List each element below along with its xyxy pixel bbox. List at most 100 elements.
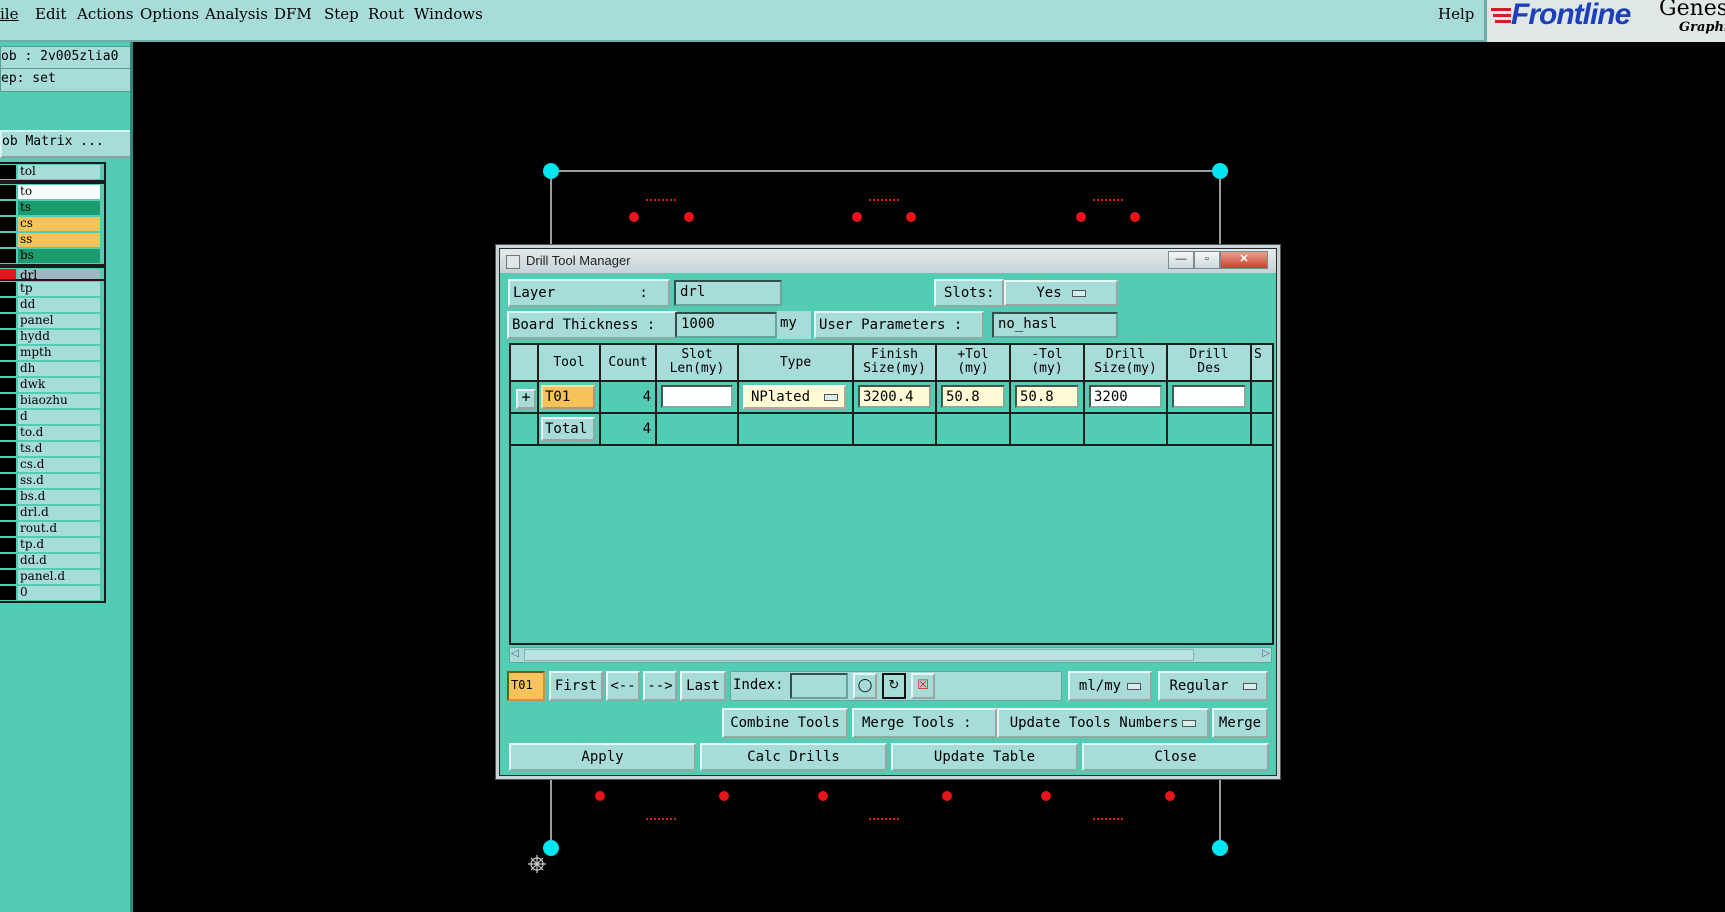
layer-row[interactable]: ts.d (0, 441, 104, 457)
scroll-right-icon[interactable]: ▷ (1262, 648, 1270, 660)
layer-name[interactable]: cs (18, 217, 100, 231)
layer-name[interactable]: to.d (18, 426, 100, 440)
merge-option-menu[interactable]: Update Tools Numbers (997, 708, 1209, 738)
job-matrix-button[interactable]: ob Matrix ... (0, 130, 132, 158)
layer-state-indicator[interactable] (0, 346, 16, 360)
layer-row[interactable]: 0 (0, 585, 104, 601)
menu-step[interactable]: Step (324, 5, 359, 23)
layer-state-indicator[interactable] (0, 298, 16, 312)
layer-name[interactable]: ts (18, 201, 100, 215)
apply-button[interactable]: Apply (509, 743, 696, 771)
layer-name[interactable]: panel.d (18, 570, 100, 584)
layer-name[interactable]: bs (18, 249, 100, 263)
layer-state-indicator[interactable] (0, 249, 16, 263)
col-header-slot-len[interactable]: Slot Len(my) (657, 345, 739, 382)
layer-state-indicator[interactable] (0, 490, 16, 504)
layer-row[interactable]: ts (0, 200, 104, 216)
menu-dfm[interactable]: DFM (274, 5, 312, 23)
layer-name[interactable]: dh (18, 362, 100, 376)
board-thickness-input[interactable]: 1000 (675, 312, 777, 338)
merge-button[interactable]: Merge (1212, 708, 1268, 738)
expand-button[interactable]: + (516, 389, 536, 409)
layer-state-indicator[interactable] (0, 378, 16, 392)
layer-name[interactable]: tp (18, 282, 100, 296)
layer-name[interactable]: dwk (18, 378, 100, 392)
tool-button[interactable]: T01 (541, 385, 595, 409)
next-button[interactable]: --> (643, 671, 677, 701)
layer-row[interactable]: biaozhu (0, 393, 104, 409)
calc-drills-button[interactable]: Calc Drills (700, 743, 887, 771)
layer-state-indicator[interactable] (0, 201, 16, 215)
layer-state-indicator[interactable] (0, 426, 16, 440)
table-horizontal-scrollbar[interactable]: ◁ ▷ (509, 647, 1272, 663)
layer-name[interactable]: 0 (18, 586, 100, 600)
minus-tol-input[interactable]: 50.8 (1015, 385, 1079, 408)
layer-name[interactable]: dd (18, 298, 100, 312)
layer-state-indicator[interactable] (0, 458, 16, 472)
layer-row[interactable]: cs (0, 216, 104, 232)
layer-row[interactable]: rout.d (0, 521, 104, 537)
maximize-icon[interactable]: ▫ (1194, 251, 1220, 269)
layer-row[interactable]: ss.d (0, 473, 104, 489)
menu-rout[interactable]: Rout (368, 5, 404, 23)
layer-row[interactable]: drl.d (0, 505, 104, 521)
layer-name[interactable]: ss.d (18, 474, 100, 488)
scroll-left-icon[interactable]: ◁ (511, 648, 519, 660)
layer-state-indicator[interactable] (0, 538, 16, 552)
layer-row[interactable]: bs (0, 248, 104, 264)
layer-input[interactable]: drl (674, 280, 782, 306)
close-button[interactable]: Close (1082, 743, 1269, 771)
col-header-count[interactable]: Count (601, 345, 657, 382)
dialog-titlebar[interactable]: Drill Tool Manager — ▫ ✕ (500, 249, 1276, 273)
layer-row[interactable]: panel.d (0, 569, 104, 585)
layer-state-indicator[interactable] (0, 474, 16, 488)
menu-options[interactable]: Options (140, 5, 199, 23)
menu-actions[interactable]: Actions (77, 5, 133, 23)
layer-state-indicator[interactable] (0, 330, 16, 344)
layer-row[interactable]: d (0, 409, 104, 425)
slots-option-menu[interactable]: Yes (1004, 280, 1118, 306)
layer-name[interactable]: mpth (18, 346, 100, 360)
layer-row[interactable]: hydd (0, 329, 104, 345)
drill-des-input[interactable] (1172, 385, 1246, 408)
layer-name[interactable]: panel (18, 314, 100, 328)
layer-name[interactable]: to (18, 185, 100, 199)
layer-row[interactable]: panel (0, 313, 104, 329)
layer-name[interactable]: rout.d (18, 522, 100, 536)
layer-name[interactable]: drl.d (18, 506, 100, 520)
delete-icon[interactable]: ☒ (911, 673, 935, 699)
layer-state-indicator[interactable] (0, 410, 16, 424)
layer-state-indicator[interactable] (0, 362, 16, 376)
type-option-menu[interactable]: NPlated (743, 385, 846, 409)
layer-state-indicator[interactable] (0, 570, 16, 584)
layer-row[interactable]: to (0, 184, 104, 200)
layer-name[interactable]: dd.d (18, 554, 100, 568)
index-input[interactable] (790, 673, 848, 699)
first-button[interactable]: First (549, 671, 603, 701)
user-parameters-input[interactable]: no_hasl (992, 312, 1118, 338)
col-header-type[interactable]: Type (739, 345, 854, 382)
col-header-drill-des[interactable]: Drill Des (1168, 345, 1252, 382)
menu-file[interactable]: ile (0, 5, 18, 23)
layer-name[interactable]: tp.d (18, 538, 100, 552)
close-window-icon[interactable]: ✕ (1220, 251, 1268, 269)
layer-row[interactable]: dd.d (0, 553, 104, 569)
col-header-tool[interactable]: Tool (539, 345, 601, 382)
layer-state-indicator[interactable] (0, 233, 16, 247)
layer-name[interactable]: biaozhu (18, 394, 100, 408)
layer-state-indicator[interactable] (0, 185, 16, 199)
layer-row[interactable]: dh (0, 361, 104, 377)
mode-option-menu[interactable]: Regular (1158, 671, 1268, 701)
units-option-menu[interactable]: ml/my (1068, 671, 1152, 701)
update-table-button[interactable]: Update Table (891, 743, 1078, 771)
refresh-icon[interactable]: ↻ (882, 673, 906, 699)
menu-help[interactable]: Help (1438, 5, 1474, 23)
prev-button[interactable]: <-- (606, 671, 640, 701)
layer-name[interactable]: tol (18, 165, 100, 179)
menu-analysis[interactable]: Analysis (205, 5, 268, 23)
layer-state-indicator[interactable] (0, 442, 16, 456)
layer-name[interactable]: hydd (18, 330, 100, 344)
col-header-plus-tol[interactable]: +Tol (my) (937, 345, 1011, 382)
layer-state-indicator[interactable] (0, 165, 16, 179)
col-header-drill-size[interactable]: Drill Size(my) (1085, 345, 1168, 382)
